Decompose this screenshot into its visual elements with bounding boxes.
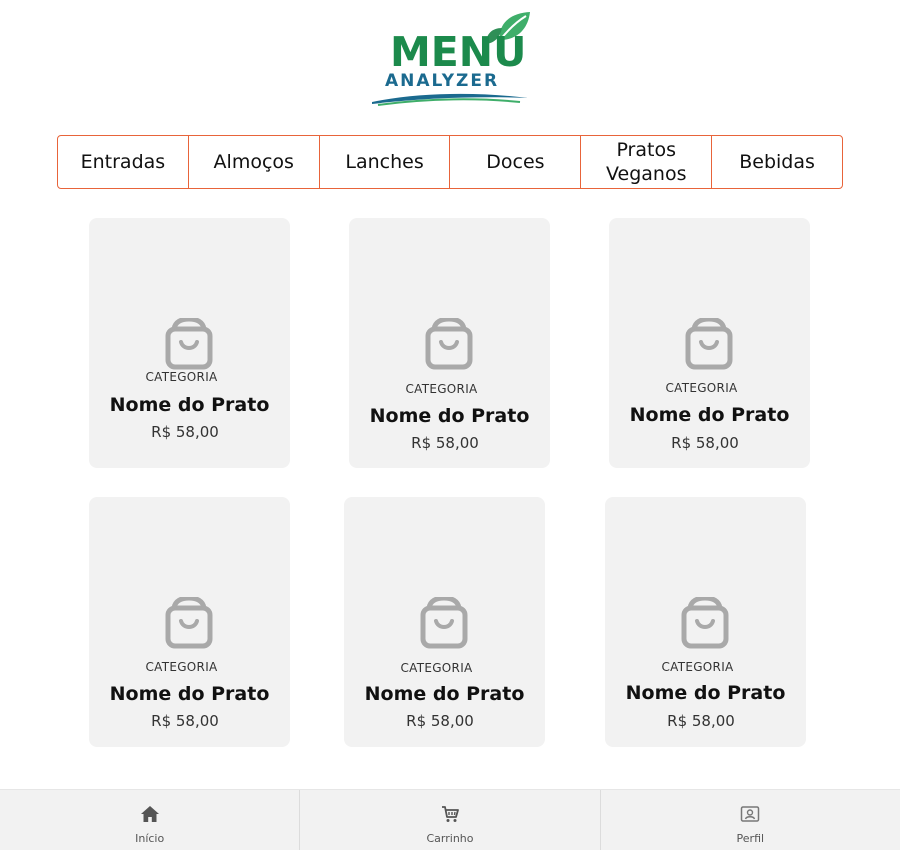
category-tabs: Entradas Almoços Lanches Doces Pratos Ve…	[57, 135, 843, 189]
nav-label: Carrinho	[426, 832, 474, 845]
shopping-bag-icon	[681, 597, 729, 649]
nav-item-carrinho[interactable]: Carrinho	[300, 790, 601, 850]
home-icon	[140, 806, 159, 822]
product-category: CATEGORIA	[400, 661, 473, 675]
shopping-bag-icon	[165, 597, 213, 649]
logo-swoosh	[372, 93, 528, 106]
shopping-bag-icon	[685, 318, 733, 370]
shopping-bag-icon	[165, 318, 213, 370]
product-name: Nome do Prato	[625, 682, 786, 704]
product-category: CATEGORIA	[405, 382, 478, 396]
nav-item-inicio[interactable]: Início	[0, 790, 301, 850]
product-card[interactable]: CATEGORIA Nome do Prato R$ 58,00	[89, 497, 290, 747]
product-price: R$ 58,00	[151, 712, 219, 730]
product-name: Nome do Prato	[109, 683, 270, 705]
product-card[interactable]: CATEGORIA Nome do Prato R$ 58,00	[344, 497, 545, 747]
nav-label: Perfil	[736, 832, 765, 845]
product-card[interactable]: CATEGORIA Nome do Prato R$ 58,00	[349, 218, 550, 468]
tab-doces[interactable]: Doces	[450, 136, 582, 188]
profile-icon	[741, 806, 760, 822]
shopping-bag-icon	[420, 597, 468, 649]
product-name: Nome do Prato	[369, 405, 530, 427]
product-category: CATEGORIA	[661, 660, 734, 674]
logo-word: MENU	[390, 28, 527, 76]
menu-page: MENU ANALYZER Entradas Almoços Lanches D…	[0, 0, 900, 850]
product-price: R$ 58,00	[667, 712, 735, 730]
tab-pratos-veganos[interactable]: Pratos Veganos	[581, 136, 713, 188]
tab-almocos[interactable]: Almoços	[189, 136, 320, 188]
product-price: R$ 58,00	[411, 434, 479, 452]
product-card[interactable]: CATEGORIA Nome do Prato R$ 58,00	[609, 218, 810, 468]
product-category: CATEGORIA	[145, 660, 218, 674]
bottom-nav: Início Carrinho Perfil	[0, 789, 900, 850]
tab-bebidas[interactable]: Bebidas	[712, 136, 842, 188]
tab-lanches[interactable]: Lanches	[320, 136, 451, 188]
product-card[interactable]: CATEGORIA Nome do Prato R$ 58,00	[605, 497, 806, 747]
product-price: R$ 58,00	[406, 712, 474, 730]
shopping-bag-icon	[425, 318, 473, 370]
product-category: CATEGORIA	[665, 381, 738, 395]
product-price: R$ 58,00	[671, 434, 739, 452]
product-price: R$ 58,00	[151, 423, 219, 441]
cart-icon	[441, 806, 459, 822]
product-name: Nome do Prato	[629, 404, 790, 426]
logo-subtitle: ANALYZER	[385, 71, 500, 91]
product-name: Nome do Prato	[364, 683, 525, 705]
nav-item-perfil[interactable]: Perfil	[601, 790, 900, 850]
nav-label: Início	[135, 832, 165, 845]
product-card[interactable]: CATEGORIA Nome do Prato R$ 58,00	[89, 218, 290, 468]
product-category: CATEGORIA	[145, 370, 218, 384]
product-name: Nome do Prato	[109, 394, 270, 416]
menu-analyzer-logo: MENU ANALYZER	[370, 10, 540, 110]
tab-entradas[interactable]: Entradas	[58, 136, 189, 188]
